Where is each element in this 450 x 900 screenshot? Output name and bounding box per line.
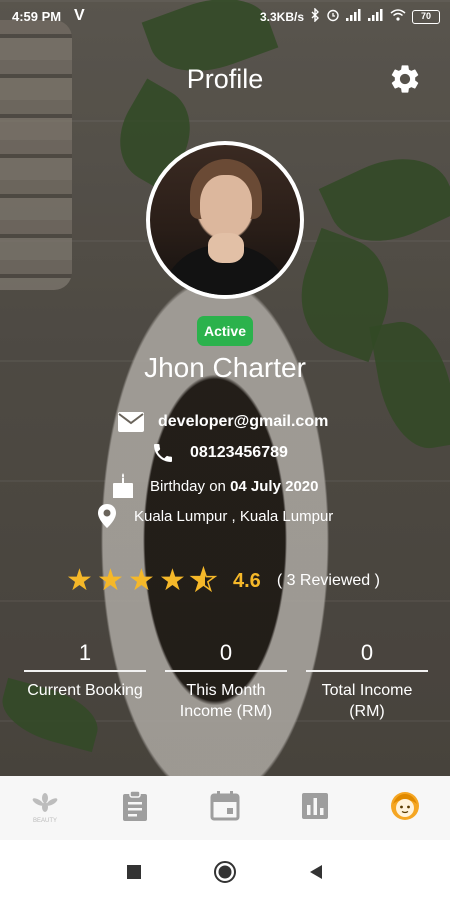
brand-logo-text: BEAUTY (32, 817, 57, 824)
signal-icon-2 (368, 9, 384, 24)
rating-reviewed: ( 3 Reviewed ) (276, 572, 380, 589)
birthday-row: Birthday on 04 July 2020 (108, 473, 318, 499)
carrier-icon: V (74, 7, 85, 24)
battery-icon: 70 (412, 9, 440, 24)
stat-month-income: 0 This Month Income (RM) (165, 640, 287, 722)
wifi-icon (390, 9, 406, 24)
stat-label: This Month Income (RM) (179, 682, 273, 720)
profile-name: Jhon Charter (144, 352, 306, 383)
phone-row: 08123456789 (148, 440, 288, 466)
bottom-nav: BEAUTY (0, 776, 450, 840)
stat-current-booking: 1 Current Booking (24, 640, 146, 722)
status-badge: Active (197, 316, 253, 346)
star-icon: ★ (159, 564, 186, 597)
nav-bookings[interactable] (105, 783, 165, 833)
rating-value: 4.6 (233, 569, 261, 592)
system-nav-bar (0, 840, 450, 900)
brand-logo-icon: BEAUTY (32, 792, 58, 824)
stats: 1 Current Booking 0 This Month Income (R… (24, 640, 428, 722)
birthday-date: 04 July 2020 (230, 477, 319, 495)
clipboard-icon (120, 789, 150, 827)
birthday-prefix: Birthday on (150, 477, 226, 495)
profile-screen: 4:59 PM V 3.3KB/s 70 Profile Active Jhon… (0, 0, 450, 776)
email-text: developer@gmail.com (158, 413, 329, 430)
profile-face-icon (389, 790, 421, 827)
signal-icon-1 (346, 9, 362, 24)
stat-value: 0 (219, 640, 233, 665)
nav-reports[interactable] (285, 783, 345, 833)
stat-divider (306, 670, 428, 672)
email-row: developer@gmail.com (116, 409, 328, 435)
alarm-icon (326, 8, 340, 25)
location-pin-icon (92, 503, 122, 529)
network-speed: 3.3KB/s (259, 9, 304, 24)
avatar-face (200, 175, 252, 237)
nav-profile[interactable] (375, 783, 435, 833)
circle-home-icon[interactable] (213, 860, 237, 884)
stat-label: Total Income (RM) (321, 682, 413, 720)
cake-icon (108, 473, 138, 499)
stat-divider (24, 670, 146, 672)
status-bar: 4:59 PM V 3.3KB/s 70 (0, 0, 450, 32)
gear-icon[interactable] (388, 62, 422, 96)
phone-icon (148, 440, 178, 466)
avatar[interactable] (146, 141, 304, 299)
stat-total-income: 0 Total Income (RM) (306, 640, 428, 722)
status-time: 4:59 PM (12, 9, 62, 24)
star-half-icon: ★ ★ (189, 564, 217, 597)
page-title: Profile (186, 64, 264, 94)
nav-home[interactable]: BEAUTY (15, 783, 75, 833)
location-row: Kuala Lumpur , Kuala Lumpur (92, 503, 333, 529)
nav-calendar[interactable] (195, 783, 255, 833)
location-text: Kuala Lumpur , Kuala Lumpur (134, 507, 334, 525)
calendar-icon (210, 790, 240, 826)
star-icon: ★ (128, 564, 155, 597)
square-recent-icon[interactable] (122, 860, 146, 884)
triangle-back-icon[interactable] (304, 860, 328, 884)
star-icon: ★ (66, 564, 93, 597)
phone-text: 08123456789 (190, 444, 288, 461)
stat-value: 1 (78, 640, 92, 665)
rating: ★ ★ ★ ★ ★ ★ 4.6 ( 3 Reviewed ) (66, 564, 380, 597)
stat-label: Current Booking (27, 682, 143, 699)
stat-value: 0 (360, 640, 374, 665)
stat-divider (165, 670, 287, 672)
email-icon (116, 409, 146, 435)
bluetooth-icon (310, 7, 320, 25)
bar-chart-icon (301, 792, 329, 825)
avatar-hands (208, 233, 244, 263)
star-icon: ★ (97, 564, 124, 597)
